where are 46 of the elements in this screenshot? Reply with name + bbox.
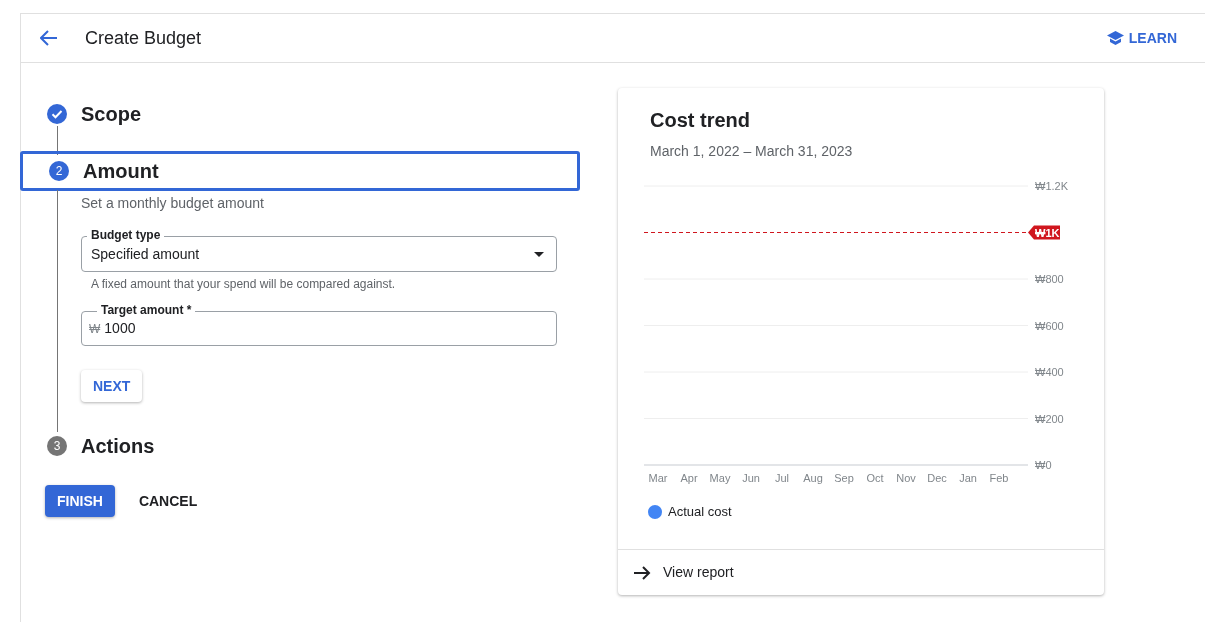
step-header[interactable]: Scope	[21, 94, 618, 134]
x-tick-label: Dec	[927, 472, 947, 484]
next-button[interactable]: NEXT	[81, 370, 143, 402]
step-number: 3	[47, 436, 67, 456]
amount-value: 1000	[104, 319, 136, 338]
y-tick-label: ₩400	[1035, 366, 1064, 378]
back-arrow-icon[interactable]	[40, 30, 58, 46]
x-tick-label: Jul	[774, 472, 790, 484]
x-tick-label: May	[709, 472, 731, 484]
select-value: Specified amount	[91, 244, 200, 264]
cancel-button[interactable]: CANCEL	[138, 485, 198, 517]
x-tick-label: Jan	[959, 472, 977, 484]
y-tick-label: ₩600	[1035, 319, 1064, 332]
step-number: 2	[49, 161, 69, 181]
step-title: Actions	[81, 434, 155, 459]
y-tick-label: ₩1.2K	[1035, 180, 1068, 192]
x-tick-label: Sep	[834, 472, 854, 484]
step-header[interactable]: 2 Amount	[20, 151, 580, 191]
y-tick-label: ₩0	[1035, 459, 1052, 471]
page-title: Create Budget	[85, 26, 202, 50]
x-tick-label: Feb	[989, 472, 1009, 484]
step-title: Amount	[83, 159, 159, 184]
x-tick-label: Oct	[866, 472, 884, 484]
x-tick-label: Nov	[896, 472, 916, 484]
ref-line-label: ₩1K	[1035, 226, 1060, 239]
threshold-label: ₩1K	[1028, 225, 1060, 240]
step-header[interactable]: 3 Actions	[21, 426, 618, 466]
x-tick-label: Jun	[742, 472, 760, 484]
currency-prefix: ₩	[89, 320, 101, 338]
view-report-link[interactable]: View report	[634, 562, 734, 583]
legend-label: Actual cost	[668, 503, 732, 521]
arrow-right-icon	[634, 565, 651, 580]
y-tick-label: ₩800	[1035, 273, 1064, 285]
step-subtitle: Set a monthly budget amount	[81, 194, 265, 213]
x-tick-label: Apr	[680, 472, 698, 484]
card-title: Cost trend	[650, 108, 751, 133]
graduation-cap-icon	[1106, 31, 1124, 45]
x-tick-label: Aug	[803, 472, 823, 484]
x-tick-label: Mar	[648, 472, 668, 484]
step-title: Scope	[81, 102, 142, 127]
date-range: March 1, 2022 – March 31, 2023	[650, 142, 854, 161]
dropdown-caret-icon	[534, 251, 544, 257]
finish-button[interactable]: FINISH	[45, 485, 115, 517]
y-tick-label: ₩200	[1035, 412, 1064, 425]
learn-button[interactable]: LEARN	[1106, 27, 1177, 49]
field-hint: A fixed amount that your spend will be compared against.	[91, 276, 397, 293]
